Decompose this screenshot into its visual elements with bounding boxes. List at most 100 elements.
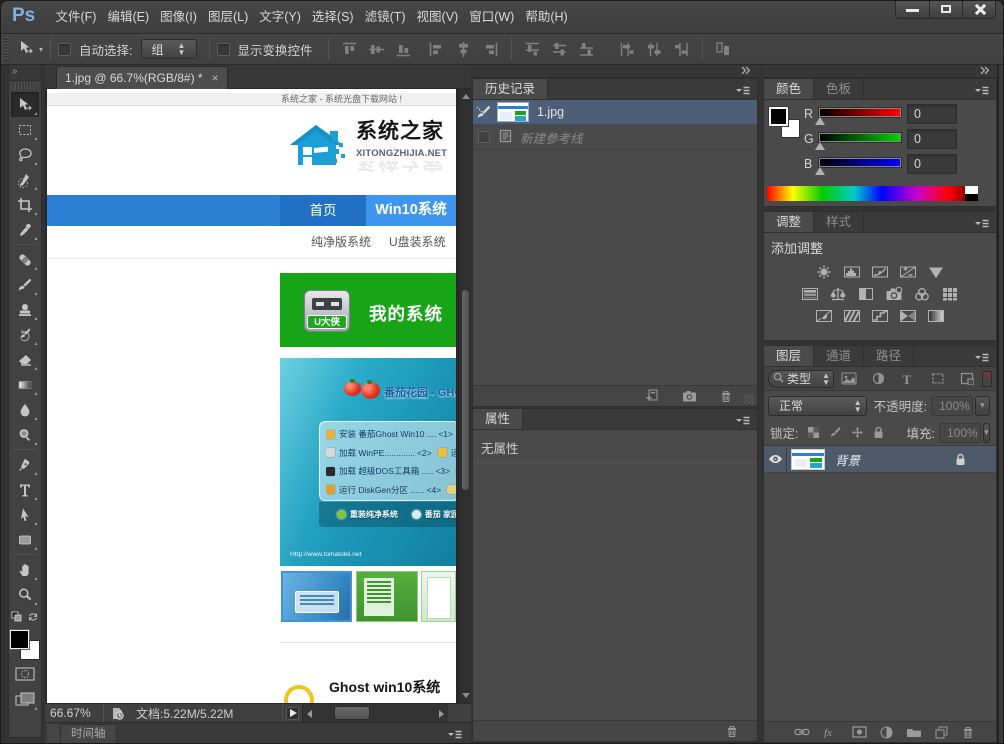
- menu-7[interactable]: 视图(V): [411, 1, 464, 34]
- trash-icon[interactable]: [961, 725, 975, 739]
- color-spectrum-ramp[interactable]: [767, 186, 965, 201]
- history-source-checkbox[interactable]: [478, 131, 490, 143]
- align-hcenter-icon[interactable]: [455, 41, 472, 58]
- brush-tool[interactable]: [11, 272, 39, 297]
- menu-5[interactable]: 选择(S): [306, 1, 359, 34]
- auto-select-checkbox[interactable]: [58, 43, 71, 56]
- blend-mode-dropdown[interactable]: 正常 ▲▼: [768, 396, 867, 416]
- maximize-button[interactable]: [929, 1, 962, 18]
- curves-icon[interactable]: [871, 264, 889, 280]
- minimize-button[interactable]: [896, 1, 929, 18]
- color-lookup-icon[interactable]: [941, 286, 959, 302]
- thumbnail-3[interactable]: [421, 571, 456, 622]
- menu-2[interactable]: 图像(I): [155, 1, 203, 34]
- path-select-tool[interactable]: [11, 502, 39, 527]
- dist-top-icon[interactable]: [524, 41, 541, 58]
- default-colors-icon[interactable]: [11, 611, 23, 626]
- menu-8[interactable]: 窗口(W): [464, 1, 520, 34]
- foreground-color-swatch[interactable]: [769, 107, 788, 126]
- menu-3[interactable]: 图层(L): [202, 1, 253, 34]
- exposure-icon[interactable]: [899, 264, 917, 280]
- group-folder-icon[interactable]: [906, 726, 922, 738]
- fx-icon[interactable]: fx: [823, 726, 839, 738]
- color-balance-icon[interactable]: [829, 286, 847, 302]
- color-tab-0[interactable]: 颜色: [764, 79, 814, 99]
- menu-1[interactable]: 编辑(E): [102, 1, 155, 34]
- type-filter-icon[interactable]: T: [893, 373, 923, 385]
- filter-kind-dropdown[interactable]: 类型 ▲▼: [768, 370, 834, 388]
- brightness-contrast-icon[interactable]: [815, 264, 833, 280]
- layer-row-background[interactable]: 背景: [764, 446, 996, 473]
- type-tool[interactable]: [11, 477, 39, 502]
- canvas[interactable]: 系统之家 - 系统光盘下载网站 ! 系统之家 XITONGZHIJIA.NET …: [45, 89, 458, 703]
- align-bottom-icon[interactable]: [395, 41, 412, 58]
- hue-saturation-icon[interactable]: [801, 286, 819, 302]
- scroll-up-arrow[interactable]: [462, 94, 470, 99]
- channel-value-field[interactable]: 0: [907, 104, 957, 124]
- current-tool-preset[interactable]: ▾: [18, 40, 43, 59]
- menu-0[interactable]: 文件(F): [50, 1, 102, 34]
- eye-icon[interactable]: [764, 446, 787, 472]
- tab-close-icon[interactable]: ×: [212, 71, 219, 85]
- marquee-tool[interactable]: [11, 117, 39, 142]
- adjustments-tab-1[interactable]: 样式: [814, 212, 864, 232]
- link-icon[interactable]: [794, 727, 810, 737]
- opacity-field[interactable]: 100%: [931, 396, 973, 416]
- slider-thumb[interactable]: [815, 142, 825, 150]
- photo-filter-icon[interactable]: [885, 286, 903, 302]
- properties-tab-0[interactable]: 属性: [473, 409, 523, 429]
- lasso-tool[interactable]: [11, 142, 39, 167]
- timeline-gripper[interactable]: [47, 724, 60, 743]
- document-size-field[interactable]: 文档:5.22M/5.22M: [130, 705, 282, 722]
- clone-stamp-tool[interactable]: [11, 297, 39, 322]
- channel-value-field[interactable]: 0: [907, 154, 957, 174]
- fill-field[interactable]: 100%: [939, 423, 981, 443]
- panel-resize-grip[interactable]: [744, 394, 754, 404]
- posterize-icon[interactable]: [843, 308, 861, 324]
- lock-paint-icon[interactable]: [829, 426, 842, 439]
- layers-tab-1[interactable]: 通道: [814, 346, 864, 366]
- adjustment-layer-icon[interactable]: [880, 726, 893, 739]
- channel-value-field[interactable]: 0: [907, 129, 957, 149]
- fill-dropdown-arrow[interactable]: ▾: [983, 423, 990, 443]
- healing-tool[interactable]: [11, 247, 39, 272]
- invert-icon[interactable]: [815, 308, 833, 324]
- channel-slider[interactable]: [819, 133, 901, 151]
- dist-right-icon[interactable]: [673, 41, 690, 58]
- align-left-icon[interactable]: [428, 41, 445, 58]
- dist-vcenter-icon[interactable]: [551, 41, 568, 58]
- green-banner[interactable]: U大侠 我的系统: [280, 273, 456, 347]
- eyedropper-tool[interactable]: [11, 217, 39, 242]
- vertical-scrollbar[interactable]: [458, 89, 471, 703]
- channel-slider[interactable]: [819, 158, 901, 176]
- dist-hcenter-icon[interactable]: [646, 41, 663, 58]
- thumbnail-2[interactable]: [356, 571, 418, 622]
- quick-mask-button[interactable]: [11, 663, 39, 684]
- history-item-state[interactable]: 新建参考线: [473, 125, 757, 150]
- new-layer-icon[interactable]: [935, 726, 948, 739]
- color-panel-menu-icon[interactable]: [974, 85, 990, 94]
- shape-filter-icon[interactable]: [923, 372, 953, 385]
- adjustments-tab-0[interactable]: 调整: [764, 212, 814, 232]
- pen-tool[interactable]: [11, 452, 39, 477]
- trash-icon[interactable]: [725, 724, 739, 738]
- slider-thumb[interactable]: [815, 167, 825, 175]
- layer-mask-icon[interactable]: [852, 726, 867, 738]
- layers-tab-2[interactable]: 路径: [864, 346, 914, 366]
- status-flyout-button[interactable]: [286, 707, 299, 720]
- history-item-snapshot[interactable]: 1.jpg: [473, 100, 757, 125]
- menu-4[interactable]: 文字(Y): [254, 1, 307, 34]
- hand-tool[interactable]: [11, 557, 39, 582]
- subnav-link-2[interactable]: U盘装系统: [389, 226, 446, 259]
- tools-gripper[interactable]: [15, 83, 35, 90]
- vibrance-icon[interactable]: [927, 264, 945, 280]
- layers-panel-menu-icon[interactable]: [974, 352, 990, 361]
- properties-panel-menu-icon[interactable]: [735, 415, 751, 424]
- thumbnail-1[interactable]: [281, 571, 352, 622]
- trash-icon[interactable]: [719, 389, 733, 403]
- document-tab[interactable]: 1.jpg @ 66.7%(RGB/8#) * ×: [56, 66, 228, 89]
- dock2-collapse[interactable]: [763, 65, 997, 78]
- align-right-icon[interactable]: [482, 41, 499, 58]
- tools-collapse[interactable]: »: [9, 65, 41, 81]
- align-vcenter-icon[interactable]: [368, 41, 385, 58]
